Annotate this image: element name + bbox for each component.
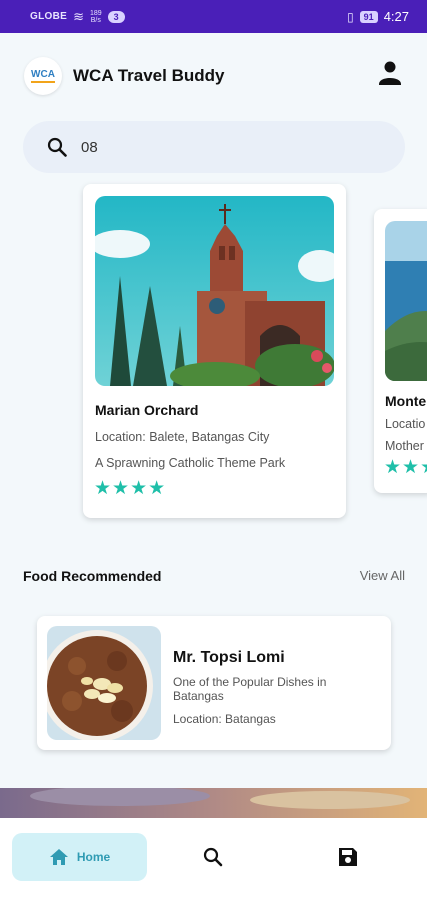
- vibrate-icon: ▯: [347, 9, 354, 24]
- status-bar: GLOBE ≋ 189 B/s 3 ▯ 91 4:27: [0, 0, 427, 33]
- home-icon: [49, 849, 68, 865]
- place-card[interactable]: Marian Orchard Location: Balete, Batanga…: [83, 184, 346, 518]
- food-name: Mr. Topsi Lomi: [173, 649, 285, 666]
- clock: 4:27: [383, 9, 409, 24]
- app-title: WCA Travel Buddy: [73, 65, 225, 85]
- search-bar[interactable]: [23, 121, 405, 173]
- wifi-icon: ≋: [73, 8, 84, 24]
- food-card[interactable]: Mr. Topsi Lomi One of the Popular Dishes…: [37, 616, 391, 750]
- save-icon: [339, 848, 357, 866]
- place-image: [95, 196, 334, 386]
- rating-stars: ★★★: [384, 457, 427, 478]
- carrier-label: GLOBE: [30, 11, 68, 22]
- place-card[interactable]: Monte Locatio Mother ★★★: [374, 209, 427, 493]
- place-description: A Sprawning Catholic Theme Park: [95, 456, 286, 470]
- food-description: One of the Popular Dishes in Batangas: [173, 675, 327, 703]
- nav-home-label: Home: [76, 850, 111, 864]
- app-logo: WCA: [24, 56, 62, 95]
- place-name: Marian Orchard: [95, 402, 199, 418]
- profile-icon[interactable]: [378, 60, 402, 86]
- banner-image: [0, 786, 427, 818]
- place-name: Monte: [385, 393, 427, 409]
- rating-stars: ★★★★: [94, 478, 167, 499]
- network-speed: 189 B/s: [89, 9, 102, 24]
- search-input[interactable]: [81, 138, 361, 156]
- place-image: [385, 221, 427, 381]
- nav-saved[interactable]: [323, 833, 373, 881]
- notification-count-badge: 3: [107, 10, 125, 23]
- search-icon: [47, 137, 67, 157]
- nav-search[interactable]: [188, 833, 238, 881]
- bottom-navigation: Home: [0, 818, 427, 900]
- section-title: Food Recommended: [23, 568, 162, 584]
- search-icon: [203, 847, 223, 867]
- app-header: WCA WCA Travel Buddy: [0, 33, 427, 118]
- food-location: Location: Batangas: [173, 712, 276, 726]
- place-location: Location: Balete, Batangas City: [95, 430, 270, 444]
- place-location: Locatio: [385, 417, 426, 431]
- view-all-link[interactable]: View All: [360, 568, 405, 583]
- food-image: [47, 626, 161, 740]
- nav-home[interactable]: Home: [12, 833, 147, 881]
- place-description: Mother: [385, 439, 424, 453]
- battery-indicator: 91: [359, 10, 378, 23]
